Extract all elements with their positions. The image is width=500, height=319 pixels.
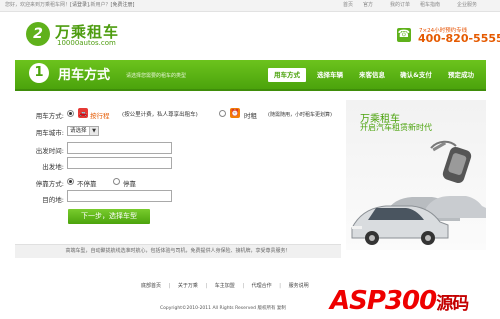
watermark-logo: ASP300源码 — [330, 286, 469, 316]
pickup-label: 停靠方式: — [35, 180, 64, 188]
tab-vehicle[interactable]: 选择车辆 — [312, 68, 348, 82]
login-link[interactable]: [请登录] — [70, 2, 89, 8]
top-nav-orders[interactable]: 我的订单 — [390, 0, 410, 11]
destination-label: 目的地: — [42, 196, 64, 204]
city-label: 用车城市: — [35, 129, 64, 137]
footer-link-service[interactable]: 服务说明 — [289, 282, 309, 289]
top-nav-enterprise[interactable]: 企业服务 — [457, 0, 477, 11]
car-icon: 🚗 — [78, 108, 88, 118]
tab-confirm-pay[interactable]: 确认&支付 — [396, 68, 436, 82]
top-nav-official[interactable]: 官方 — [363, 0, 373, 11]
location-label: 出发地: — [42, 163, 64, 171]
footer-link-about[interactable]: 关于万乘 — [178, 282, 198, 289]
time-label: 出发时间: — [35, 147, 64, 155]
usage-radio-trip[interactable] — [67, 110, 74, 117]
usage-option-trip-note: (按公里计费，私人尊享出租车) — [122, 112, 198, 118]
phone-icon: ☎ — [397, 28, 411, 42]
destination-input[interactable] — [67, 190, 172, 202]
city-select[interactable]: 请选择 ▼ — [67, 126, 99, 136]
city-select-value: 请选择 — [70, 128, 87, 134]
service-notice: 高端车型，自动聚拢航线选准时航心，包括体验与司机，免费提供人身保险、接机牌，享受… — [15, 244, 341, 258]
pickup-option-stop[interactable]: 停靠 — [123, 178, 136, 188]
step-subtitle: 请选择您需要的租车的类型 — [126, 73, 187, 79]
register-link[interactable]: [免费注册] — [111, 2, 135, 8]
top-nav-home[interactable]: 首页 — [343, 0, 353, 11]
top-nav-guide[interactable]: 租车指南 — [420, 0, 440, 11]
logo-site: 10000autos.com — [57, 39, 116, 47]
tab-success[interactable]: 预定成功 — [442, 68, 480, 82]
watermark-cn: 源码 — [436, 294, 469, 314]
footer-link-owner[interactable]: 车主加盟 — [215, 282, 235, 289]
car-key-icon — [430, 140, 472, 184]
tab-guest-info[interactable]: 来客信息 — [354, 68, 390, 82]
usage-option-hourly-note: (随需随用，小时租车更划算) — [268, 112, 332, 118]
step-number: 1 — [29, 63, 49, 83]
next-step-button[interactable]: 下一步，选择车型 — [68, 209, 150, 224]
copyright: Copyright©2010-2011 All Rights Reserved … — [160, 306, 286, 311]
clock-icon: ⏰ — [230, 108, 240, 118]
usage-option-trip[interactable]: 按行程 — [90, 110, 110, 120]
usage-label: 用车方式: — [35, 112, 64, 120]
pickup-option-none[interactable]: 不停靠 — [77, 178, 97, 188]
pickup-radio-none[interactable] — [67, 178, 74, 185]
departure-location-input[interactable] — [67, 157, 172, 169]
promo-slogan: 开启汽车租赁新时代 — [360, 123, 432, 132]
usage-radio-hourly[interactable] — [219, 110, 226, 117]
chevron-down-icon[interactable]: ▼ — [89, 127, 98, 135]
top-bar: 您好，欢迎来到万乘租车网！[请登录],新用户？[免费注册] 首页 官方 我的订单… — [0, 0, 500, 12]
watermark-latin: ASP300 — [330, 286, 437, 316]
footer-links: 底部首页 | 关于万乘 | 车主加盟 | 代理合作 | 服务说明 — [141, 282, 309, 289]
step-title: 用车方式 — [58, 68, 111, 83]
phone-number: 400-820-5555 — [418, 32, 500, 45]
footer-link-agent[interactable]: 代理合作 — [252, 282, 272, 289]
logo-icon[interactable]: 2 — [26, 22, 50, 46]
pickup-radio-stop[interactable] — [113, 178, 120, 185]
departure-time-input[interactable] — [67, 142, 172, 154]
new-user-text: 新用户？ — [90, 2, 111, 8]
footer-link-home[interactable]: 底部首页 — [141, 282, 161, 289]
tab-usage[interactable]: 用车方式 — [268, 68, 306, 82]
greeting-text: 您好，欢迎来到万乘租车网！ — [5, 2, 71, 8]
usage-option-hourly[interactable]: 时租 — [244, 110, 257, 120]
welcome-text: 您好，欢迎来到万乘租车网！[请登录],新用户？[免费注册] — [5, 2, 135, 8]
